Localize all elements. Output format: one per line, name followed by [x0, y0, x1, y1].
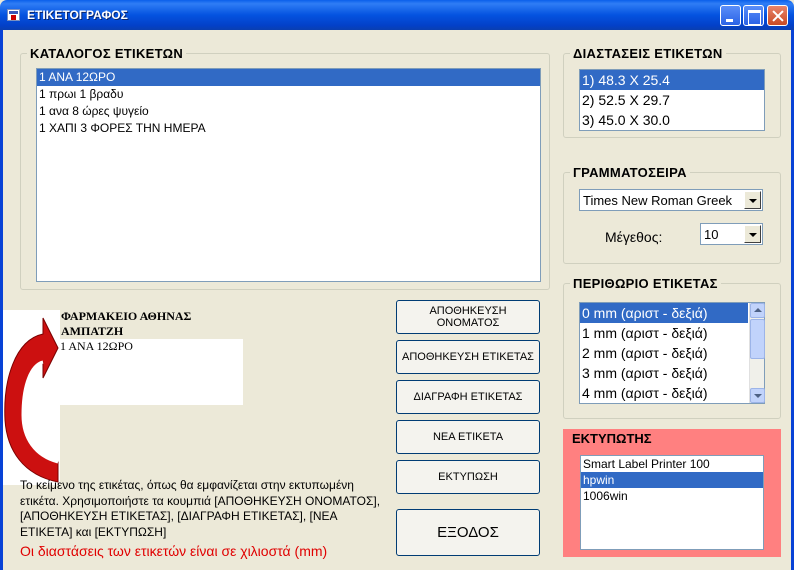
catalog-listbox[interactable]: 1 ΑΝΑ 12ΩΡΟ 1 πρωι 1 βραδυ 1 ανα 8 ώρες …	[36, 68, 541, 282]
units-note: Οι διαστάσεις των ετικετών είναι σε χιλι…	[20, 543, 328, 559]
font-size-select[interactable]: 10	[700, 223, 763, 245]
margin-item[interactable]: 4 mm (αριστ - δεξιά)	[580, 383, 764, 403]
preview-store-name: ΦΑΡΜΑΚΕΙΟ ΑΘΗΝΑΣ ΑΜΠΑΤΖΗ	[60, 308, 243, 339]
print-button[interactable]: ΕΚΤΥΠΩΣΗ	[396, 460, 540, 494]
dimension-item[interactable]: 3) 45.0 X 30.0	[580, 110, 764, 130]
font-size-label: Μέγεθος:	[605, 229, 663, 245]
chevron-down-icon[interactable]	[744, 225, 761, 243]
exit-button[interactable]: ΕΞΟΔΟΣ	[396, 509, 540, 556]
font-size-value: 10	[704, 227, 719, 242]
curved-arrow-icon	[4, 317, 59, 483]
dimensions-group-label: ΔΙΑΣΤΑΣΕΙΣ ΕΤΙΚΕΤΩΝ	[570, 46, 726, 61]
catalog-item[interactable]: 1 ανα 8 ώρες ψυγείο	[37, 103, 540, 120]
printer-label: ΕΚΤΥΠΩΤΗΣ	[572, 431, 652, 446]
catalog-group-label: ΚΑΤΑΛΟΓΟΣ ΕΤΙΚΕΤΩΝ	[27, 46, 187, 61]
printer-item[interactable]: Smart Label Printer 100	[581, 456, 763, 472]
save-name-button[interactable]: ΑΠΟΘΗΚΕΥΣΗ ΟΝΟΜΑΤΟΣ	[396, 300, 540, 334]
window-title: ΕΤΙΚΕΤΟΓΡΑΦΟΣ	[27, 8, 128, 22]
close-button[interactable]	[767, 5, 788, 26]
chevron-down-icon[interactable]	[744, 191, 761, 209]
dimensions-listbox[interactable]: 1) 48.3 X 25.4 2) 52.5 X 29.7 3) 45.0 X …	[579, 69, 765, 131]
delete-label-button[interactable]: ΔΙΑΓΡΑΦΗ ΕΤΙΚΕΤΑΣ	[396, 380, 540, 414]
margin-listbox[interactable]: 0 mm (αριστ - δεξιά) 1 mm (αριστ - δεξιά…	[579, 302, 765, 404]
scroll-down-icon[interactable]	[750, 388, 765, 403]
new-label-button[interactable]: ΝΕΑ ΕΤΙΚΕΤΑ	[396, 420, 540, 454]
margin-item[interactable]: 3 mm (αριστ - δεξιά)	[580, 363, 764, 383]
printer-item[interactable]: 1006win	[581, 488, 763, 504]
info-text: Το κείμενο της ετικέτας, όπως θα εμφανίζ…	[20, 478, 381, 539]
dimension-item[interactable]: 1) 48.3 X 25.4	[580, 70, 764, 90]
font-family-value: Times New Roman Greek	[583, 193, 733, 208]
printer-item[interactable]: hpwin	[581, 472, 763, 488]
margin-item[interactable]: 0 mm (αριστ - δεξιά)	[580, 303, 748, 323]
save-label-button[interactable]: ΑΠΟΘΗΚΕΥΣΗ ΕΤΙΚΕΤΑΣ	[396, 340, 540, 374]
label-preview: ΦΑΡΜΑΚΕΙΟ ΑΘΗΝΑΣ ΑΜΠΑΤΖΗ 1 ΑΝΑ 12ΩΡΟ	[60, 308, 243, 405]
title-bar: ΕΤΙΚΕΤΟΓΡΑΦΟΣ	[0, 0, 794, 30]
margin-item[interactable]: 2 mm (αριστ - δεξιά)	[580, 343, 764, 363]
preview-label-text: 1 ΑΝΑ 12ΩΡΟ	[60, 339, 133, 353]
arrow-image	[3, 310, 60, 485]
font-group: ΓΡΑΜΜΑΤΟΣΕΙΡΑ	[563, 165, 781, 264]
dimension-item[interactable]: 2) 52.5 X 29.7	[580, 90, 764, 110]
catalog-item[interactable]: 1 ΧΑΠΙ 3 ΦΟΡΕΣ ΤΗΝ ΗΜΕΡΑ	[37, 120, 540, 137]
scroll-thumb[interactable]	[750, 319, 765, 359]
margin-scrollbar[interactable]	[749, 303, 765, 403]
app-icon[interactable]	[7, 9, 20, 21]
margin-group-label: ΠΕΡΙΘΩΡΙΟ ΕΤΙΚΕΤΑΣ	[570, 276, 721, 291]
window-frame-left	[0, 30, 3, 570]
catalog-item[interactable]: 1 πρωι 1 βραδυ	[37, 86, 540, 103]
minimize-button[interactable]	[720, 5, 741, 26]
font-group-label: ΓΡΑΜΜΑΤΟΣΕΙΡΑ	[570, 165, 690, 180]
maximize-button[interactable]	[743, 5, 764, 26]
scroll-up-icon[interactable]	[750, 303, 765, 318]
margin-item[interactable]: 1 mm (αριστ - δεξιά)	[580, 323, 764, 343]
font-family-select[interactable]: Times New Roman Greek	[579, 189, 763, 211]
catalog-item[interactable]: 1 ΑΝΑ 12ΩΡΟ	[37, 69, 540, 86]
printer-listbox[interactable]: Smart Label Printer 100 hpwin 1006win	[580, 455, 764, 550]
